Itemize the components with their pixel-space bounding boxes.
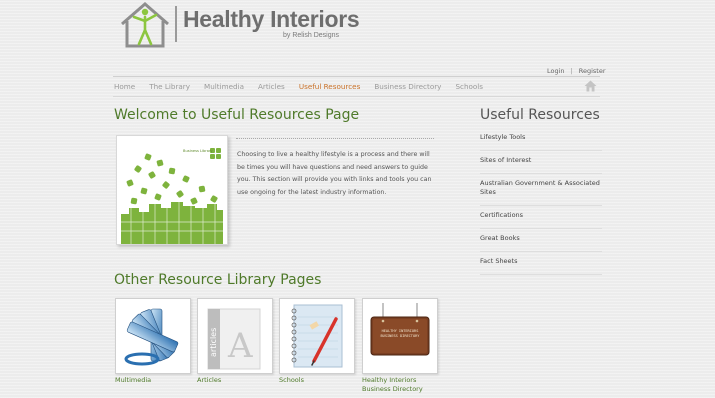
logo-icon[interactable] — [120, 2, 170, 48]
sidebar-item-government-sites[interactable]: Australian Government & Associated Sites — [480, 174, 602, 206]
sidebar-item-sites-of-interest[interactable]: Sites of Interest — [480, 151, 602, 174]
nav-item-schools[interactable]: Schools — [455, 82, 483, 91]
page-title: Welcome to Useful Resources Page — [114, 107, 360, 123]
schools-thumbnail[interactable] — [279, 298, 355, 374]
articles-spine-text: articles — [209, 328, 218, 357]
nav-item-articles[interactable]: Articles — [258, 82, 285, 91]
sidebar-item-great-books[interactable]: Great Books — [480, 229, 602, 252]
nav-item-the-library[interactable]: The Library — [149, 82, 190, 91]
logo-subtitle: by Relish Designs — [283, 32, 340, 39]
account-links: Login | Register — [547, 67, 606, 75]
sidebar-item-certifications[interactable]: Certifications — [480, 206, 602, 229]
business-directory-link[interactable]: Healthy Interiors Business Directory — [362, 376, 442, 393]
register-link[interactable]: Register — [579, 67, 606, 75]
letter-a-glyph: A — [227, 326, 253, 366]
intro-divider — [236, 138, 434, 139]
nav-item-multimedia[interactable]: Multimedia — [204, 82, 244, 91]
intro-text: Choosing to live a healthy lifestyle is … — [237, 151, 432, 196]
business-directory-thumbnail[interactable]: HEALTHY INTERIORS BUSINESS DIRECTORY — [362, 298, 438, 374]
sidebar-item-lifestyle-tools[interactable]: Lifestyle Tools — [480, 128, 602, 151]
schools-link[interactable]: Schools — [279, 376, 355, 385]
sidebar-list: Lifestyle Tools Sites of Interest Austra… — [480, 128, 602, 275]
nav-item-home[interactable]: Home — [114, 82, 135, 91]
articles-link[interactable]: Articles — [197, 376, 273, 385]
multimedia-link[interactable]: Multimedia — [115, 376, 191, 385]
feature-image-label: Business Library — [183, 149, 213, 153]
sign-text: HEALTHY INTERIORS BUSINESS DIRECTORY — [380, 329, 420, 338]
multimedia-thumbnail[interactable] — [115, 298, 191, 374]
nav-item-useful-resources[interactable]: Useful Resources — [299, 82, 361, 91]
logo-title[interactable]: Healthy Interiors — [183, 6, 360, 33]
main-nav: Home The Library Multimedia Articles Use… — [114, 82, 497, 91]
business-library-image: Business Library — [116, 135, 228, 245]
sidebar-title: Useful Resources — [480, 107, 600, 123]
nav-divider-bottom — [113, 96, 600, 97]
nav-divider-top — [113, 76, 600, 77]
nav-item-business-directory[interactable]: Business Directory — [374, 82, 441, 91]
articles-thumbnail[interactable]: articles A — [197, 298, 273, 374]
login-link[interactable]: Login — [547, 67, 565, 75]
home-icon[interactable] — [584, 80, 597, 92]
logo-divider — [175, 6, 177, 42]
other-pages-title: Other Resource Library Pages — [114, 272, 322, 288]
account-separator: | — [570, 67, 573, 75]
sidebar-item-fact-sheets[interactable]: Fact Sheets — [480, 252, 602, 275]
